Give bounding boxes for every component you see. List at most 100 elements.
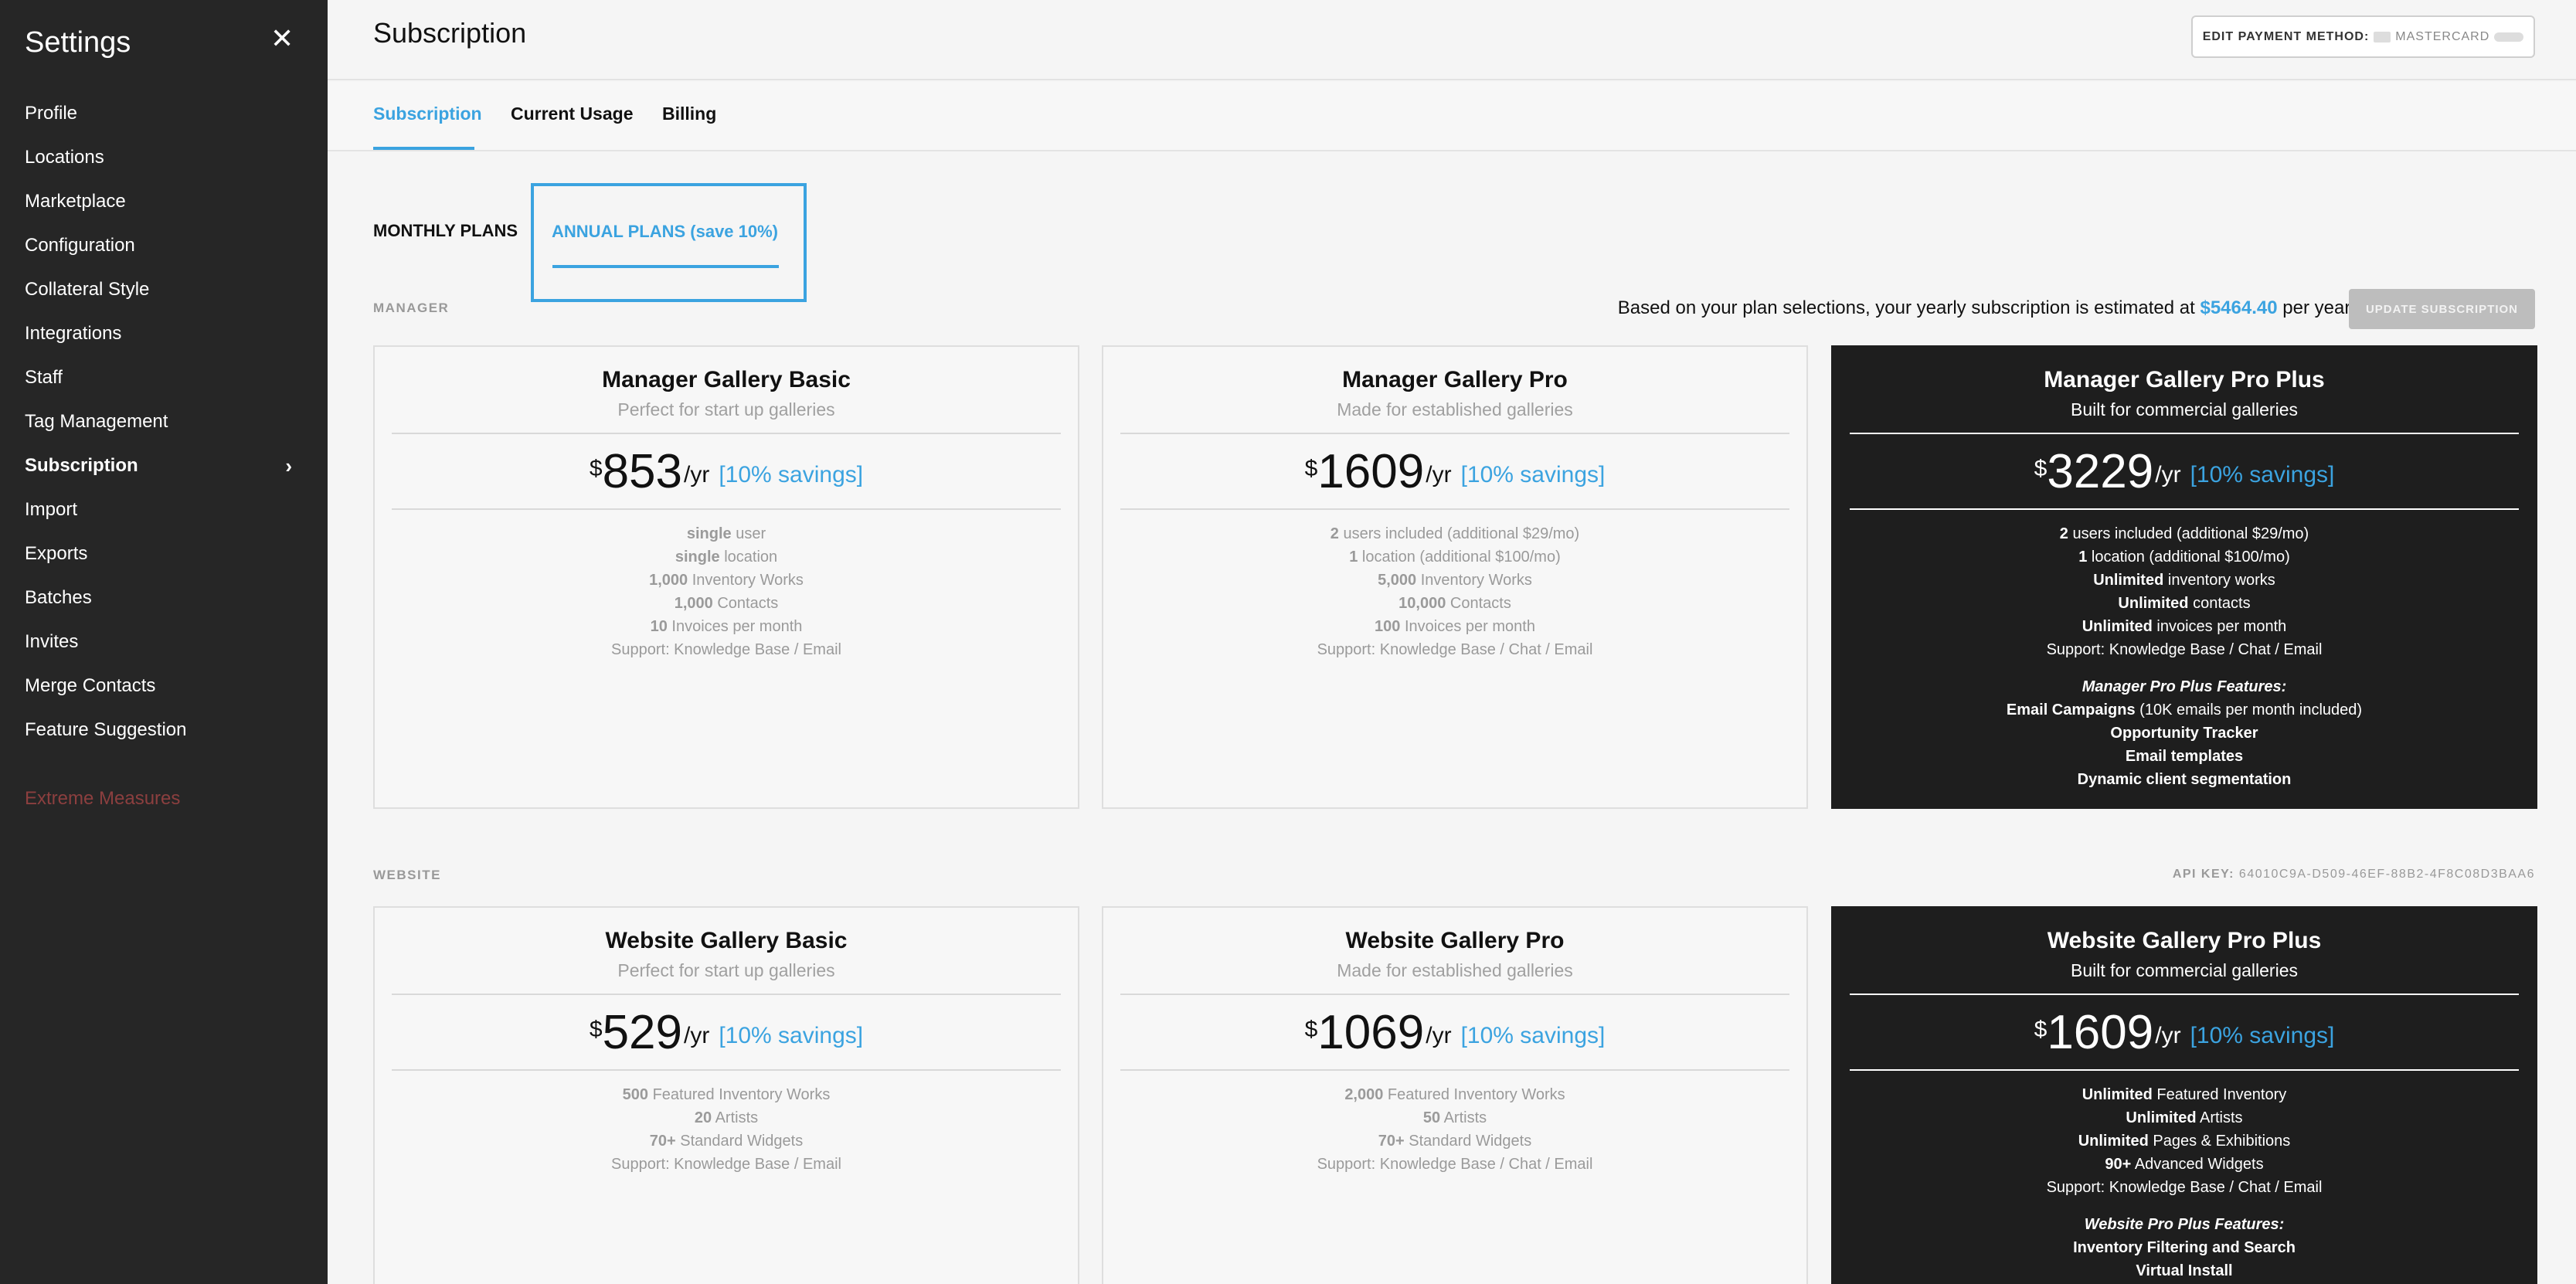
- sidebar-item-integrations[interactable]: Integrations: [0, 316, 328, 360]
- sidebar-item-label: Locations: [25, 147, 104, 168]
- tab-billing[interactable]: Billing: [662, 104, 716, 124]
- savings-label: [10% savings]: [2190, 1023, 2335, 1048]
- sidebar-item-label: Integrations: [25, 323, 122, 344]
- price-period: /yr: [1426, 1023, 1452, 1048]
- pro-plus-feature-list: Email Campaigns (10K emails per month in…: [1833, 698, 2536, 791]
- feature-list: 2 users included (additional $29/mo) 1 l…: [1833, 522, 2536, 661]
- annual-plans-tab[interactable]: ANNUAL PLANS (save 10%): [531, 183, 807, 302]
- sidebar-title: Settings: [25, 26, 131, 59]
- feature-item: Virtual Install: [2136, 1262, 2233, 1279]
- feature-list: 2 users included (additional $29/mo) 1 l…: [1103, 522, 1806, 661]
- sidebar-item-label: Exports: [25, 543, 88, 564]
- credit-card-icon: [2374, 31, 2391, 42]
- tab-subscription[interactable]: Subscription: [373, 104, 482, 124]
- feature-item: 70+ Standard Widgets: [649, 1133, 804, 1150]
- feature-item: 2 users included (additional $29/mo): [2059, 525, 2309, 542]
- price-period: /yr: [684, 1023, 710, 1048]
- plan-name: Manager Gallery Basic: [602, 367, 851, 392]
- plan-name: Website Gallery Basic: [605, 928, 848, 953]
- feature-list: 500 Featured Inventory Works 20 Artists …: [375, 1083, 1078, 1176]
- tab-bar: Subscription Current Usage Billing: [328, 82, 2576, 151]
- section-label-website: WEBSITE: [373, 868, 441, 882]
- feature-item: Support: Knowledge Base / Chat / Email: [2046, 1179, 2323, 1196]
- feature-item: 1,000 Contacts: [674, 595, 779, 612]
- main-content: Subscription EDIT PAYMENT METHOD: MASTER…: [328, 0, 2576, 1284]
- plan-card-website-pro[interactable]: Website Gallery Pro Made for established…: [1102, 906, 1808, 1284]
- plan-card-manager-pro[interactable]: Manager Gallery Pro Made for established…: [1102, 345, 1808, 809]
- update-subscription-button[interactable]: UPDATE SUBSCRIPTION: [2349, 289, 2535, 329]
- feature-item: Email Campaigns (10K emails per month in…: [2006, 701, 2363, 718]
- sidebar-item-staff[interactable]: Staff: [0, 360, 328, 404]
- sidebar-item-collateral-style[interactable]: Collateral Style: [0, 272, 328, 316]
- active-tab-indicator: [373, 147, 474, 150]
- plan-price: $ 1609 /yr [10% savings]: [1833, 995, 2536, 1069]
- chevron-right-icon: ›: [285, 454, 292, 477]
- savings-label: [10% savings]: [719, 462, 864, 487]
- sidebar-item-batches[interactable]: Batches: [0, 580, 328, 624]
- sidebar-item-marketplace[interactable]: Marketplace: [0, 184, 328, 228]
- sidebar-item-profile[interactable]: Profile: [0, 96, 328, 140]
- feature-item: Support: Knowledge Base / Chat / Email: [2046, 641, 2323, 658]
- feature-item: 500 Featured Inventory Works: [622, 1086, 831, 1103]
- divider: [1850, 508, 2519, 510]
- pro-plus-features-title: Manager Pro Plus Features:: [2082, 678, 2287, 695]
- feature-item: 20 Artists: [694, 1109, 759, 1126]
- feature-list: single user single location 1,000 Invent…: [375, 522, 1078, 661]
- sidebar-item-label: Staff: [25, 367, 63, 388]
- api-key: API KEY: 64010C9A-D509-46EF-88B2-4F8C08D…: [2173, 868, 2535, 881]
- close-icon[interactable]: ✕: [270, 23, 294, 54]
- sidebar-item-locations[interactable]: Locations: [0, 140, 328, 184]
- feature-item: Unlimited Featured Inventory: [2082, 1086, 2287, 1103]
- savings-label: [10% savings]: [1460, 462, 1606, 487]
- plan-price: $ 529 /yr [10% savings]: [375, 995, 1078, 1069]
- plan-name: Website Gallery Pro: [1345, 928, 1565, 953]
- savings-label: [10% savings]: [2190, 462, 2335, 487]
- plan-card-manager-basic[interactable]: Manager Gallery Basic Perfect for start …: [373, 345, 1079, 809]
- plan-card-manager-pro-plus[interactable]: Manager Gallery Pro Plus Built for comme…: [1831, 345, 2537, 809]
- price-amount: 529: [602, 1005, 683, 1059]
- tab-current-usage[interactable]: Current Usage: [511, 104, 633, 124]
- sidebar-item-subscription[interactable]: Subscription ›: [0, 448, 328, 492]
- masked-card-digits: [2494, 32, 2524, 42]
- sidebar-item-label: Tag Management: [25, 411, 168, 432]
- sidebar-item-tag-management[interactable]: Tag Management: [0, 404, 328, 448]
- feature-item: Unlimited Pages & Exhibitions: [2078, 1133, 2291, 1150]
- feature-item: Support: Knowledge Base / Email: [611, 641, 841, 658]
- plan-card-website-basic[interactable]: Website Gallery Basic Perfect for start …: [373, 906, 1079, 1284]
- settings-sidebar: Settings ✕ Profile Locations Marketplace…: [0, 0, 328, 1284]
- sidebar-item-configuration[interactable]: Configuration: [0, 228, 328, 272]
- sidebar-item-label: Subscription: [25, 455, 138, 476]
- plan-tagline: Perfect for start up galleries: [617, 399, 835, 420]
- price-period: /yr: [684, 462, 710, 487]
- sidebar-nav: Profile Locations Marketplace Configurat…: [0, 96, 328, 756]
- pro-plus-features-title: Website Pro Plus Features:: [2084, 1216, 2285, 1233]
- annual-plans-indicator: [552, 265, 779, 268]
- plan-card-website-pro-plus[interactable]: Website Gallery Pro Plus Built for comme…: [1831, 906, 2537, 1284]
- section-label-manager: MANAGER: [373, 301, 450, 315]
- feature-item: Support: Knowledge Base / Chat / Email: [1317, 1156, 1593, 1173]
- feature-item: 10 Invoices per month: [650, 618, 803, 635]
- plan-name: Website Gallery Pro Plus: [2047, 928, 2322, 953]
- feature-item: Dynamic client segmentation: [2077, 771, 2292, 788]
- savings-label: [10% savings]: [1460, 1023, 1606, 1048]
- annual-plans-label: ANNUAL PLANS (save 10%): [552, 222, 779, 241]
- edit-payment-method-button[interactable]: EDIT PAYMENT METHOD: MASTERCARD: [2191, 15, 2535, 58]
- feature-item: Support: Knowledge Base / Email: [611, 1156, 841, 1173]
- price-period: /yr: [1426, 462, 1452, 487]
- sidebar-item-import[interactable]: Import: [0, 492, 328, 536]
- feature-item: 100 Invoices per month: [1375, 618, 1535, 635]
- sidebar-item-label: Collateral Style: [25, 279, 150, 300]
- sidebar-item-exports[interactable]: Exports: [0, 536, 328, 580]
- feature-list: 2,000 Featured Inventory Works 50 Artist…: [1103, 1083, 1806, 1176]
- sidebar-item-extreme-measures[interactable]: Extreme Measures: [25, 788, 180, 810]
- price-amount: 1609: [2047, 1005, 2154, 1059]
- sidebar-item-feature-suggestion[interactable]: Feature Suggestion: [0, 712, 328, 756]
- sidebar-item-label: Profile: [25, 103, 78, 124]
- feature-item: 5,000 Inventory Works: [1378, 572, 1532, 589]
- sidebar-item-invites[interactable]: Invites: [0, 624, 328, 668]
- sidebar-item-merge-contacts[interactable]: Merge Contacts: [0, 668, 328, 712]
- sidebar-item-label: Batches: [25, 587, 92, 608]
- sidebar-item-label: Merge Contacts: [25, 675, 156, 696]
- monthly-plans-tab[interactable]: MONTHLY PLANS: [373, 221, 518, 241]
- feature-item: 1 location (additional $100/mo): [1349, 549, 1561, 566]
